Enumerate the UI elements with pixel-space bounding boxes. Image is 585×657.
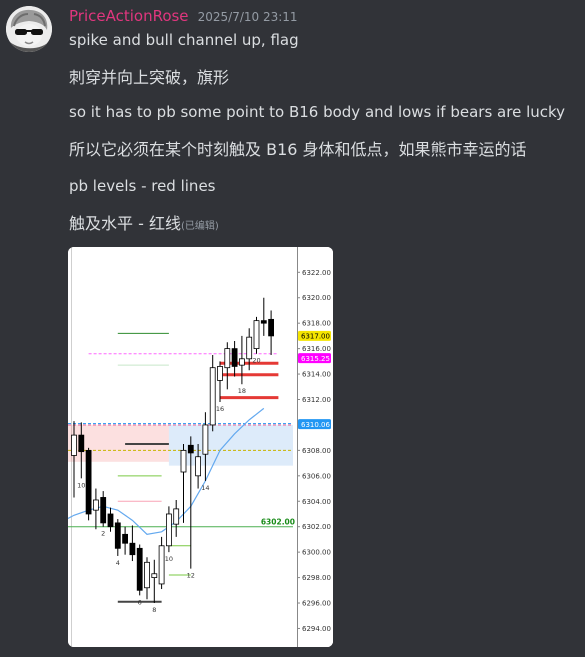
bar-number-label: 4 xyxy=(116,559,120,567)
y-tick-label: 6314.00 xyxy=(302,371,331,379)
chart-attachment[interactable]: 10 2 4 6 8 10 12 14 16 18 20 6322.00 6320.00 6318.00 6… xyxy=(68,247,333,647)
bar-number-label: 10 xyxy=(77,481,85,489)
y-tick-label: 6308.00 xyxy=(302,447,331,455)
avatar[interactable] xyxy=(6,6,52,52)
bull-candle xyxy=(217,366,223,381)
bar-number-label: 6 xyxy=(138,598,142,606)
message-line: pb levels - red lines xyxy=(69,177,216,195)
bull-candle xyxy=(151,573,158,578)
bar-number-label: 16 xyxy=(216,405,224,413)
bear-candle xyxy=(187,444,194,454)
bear-candle xyxy=(136,547,143,591)
bull-candle xyxy=(224,348,231,369)
y-tick-label: 6318.00 xyxy=(302,320,331,328)
message-line: spike and bull channel up, flag xyxy=(69,31,299,49)
bear-candle xyxy=(107,513,114,528)
bear-candle xyxy=(122,533,128,544)
message-line-edited: 触及水平 - 红线(已编辑) xyxy=(69,210,219,234)
y-tick-label: 6316.00 xyxy=(302,345,331,353)
bear-candle xyxy=(231,348,238,367)
y-tick-label: 6322.00 xyxy=(302,269,331,277)
y-tick-label: 6304.00 xyxy=(302,498,331,506)
price-tag-label: 6317.00 xyxy=(301,333,330,341)
message-line: so it has to pb some point to B16 body a… xyxy=(69,103,566,121)
bull-candle xyxy=(92,499,99,511)
price-label: 6302.00 xyxy=(261,518,295,527)
bear-candle xyxy=(268,318,275,337)
price-tag-label: 6315.25 xyxy=(301,355,330,363)
bull-candle xyxy=(202,424,209,455)
bear-candle xyxy=(260,320,267,324)
bull-candle xyxy=(158,545,165,585)
bull-candle xyxy=(238,358,245,366)
price-zone xyxy=(168,424,293,466)
bear-candle xyxy=(100,497,107,524)
bear-candle xyxy=(85,449,92,515)
bull-candle xyxy=(71,434,77,456)
y-tick-label: 6312.00 xyxy=(302,396,331,404)
bar-number-label: 12 xyxy=(187,572,195,580)
bull-candle xyxy=(209,367,216,426)
candlestick-chart: 10 2 4 6 8 10 12 14 16 18 20 6322.00 6320.00 6318.00 6… xyxy=(68,247,333,647)
bull-candle xyxy=(195,456,201,477)
bar-number-label: 20 xyxy=(252,357,260,365)
bar-number-label: 14 xyxy=(201,484,209,492)
username[interactable]: PriceActionRose xyxy=(69,7,189,25)
avatar-image xyxy=(6,6,52,52)
message-header: PriceActionRose 2025/7/10 23:11 xyxy=(69,6,298,25)
bull-candle xyxy=(253,320,260,350)
y-tick-label: 6302.00 xyxy=(302,523,331,531)
y-tick-label: 6296.00 xyxy=(302,600,331,608)
message-line: 所以它必须在某个时刻触及 B16 身体和低点，如果熊市幸运的话 xyxy=(69,140,527,159)
message-line: 刺穿并向上突破，旗形 xyxy=(69,68,230,87)
bull-candle xyxy=(173,508,180,525)
message-line-text: 触及水平 - 红线 xyxy=(69,214,181,233)
price-tag-label: 6310.06 xyxy=(301,421,330,429)
bull-candle xyxy=(246,336,253,360)
y-tick-label: 6306.00 xyxy=(302,472,331,480)
bar-number-label: 18 xyxy=(238,387,246,395)
timestamp[interactable]: 2025/7/10 23:11 xyxy=(198,10,298,24)
bull-candle xyxy=(180,449,187,473)
y-tick-label: 6300.00 xyxy=(302,549,331,557)
bull-candle xyxy=(144,561,150,589)
y-tick-label: 6298.00 xyxy=(302,574,331,582)
bear-candle xyxy=(114,522,121,549)
bar-number-label: 8 xyxy=(152,606,156,614)
edited-label: (已编辑) xyxy=(180,221,219,232)
bar-number-label: 10 xyxy=(165,555,173,563)
bull-candle xyxy=(166,513,172,547)
y-tick-label: 6320.00 xyxy=(302,294,331,302)
bear-candle xyxy=(78,434,85,453)
bear-candle xyxy=(129,542,136,556)
y-tick-label: 6294.00 xyxy=(302,625,331,633)
bar-number-label: 2 xyxy=(101,530,105,538)
